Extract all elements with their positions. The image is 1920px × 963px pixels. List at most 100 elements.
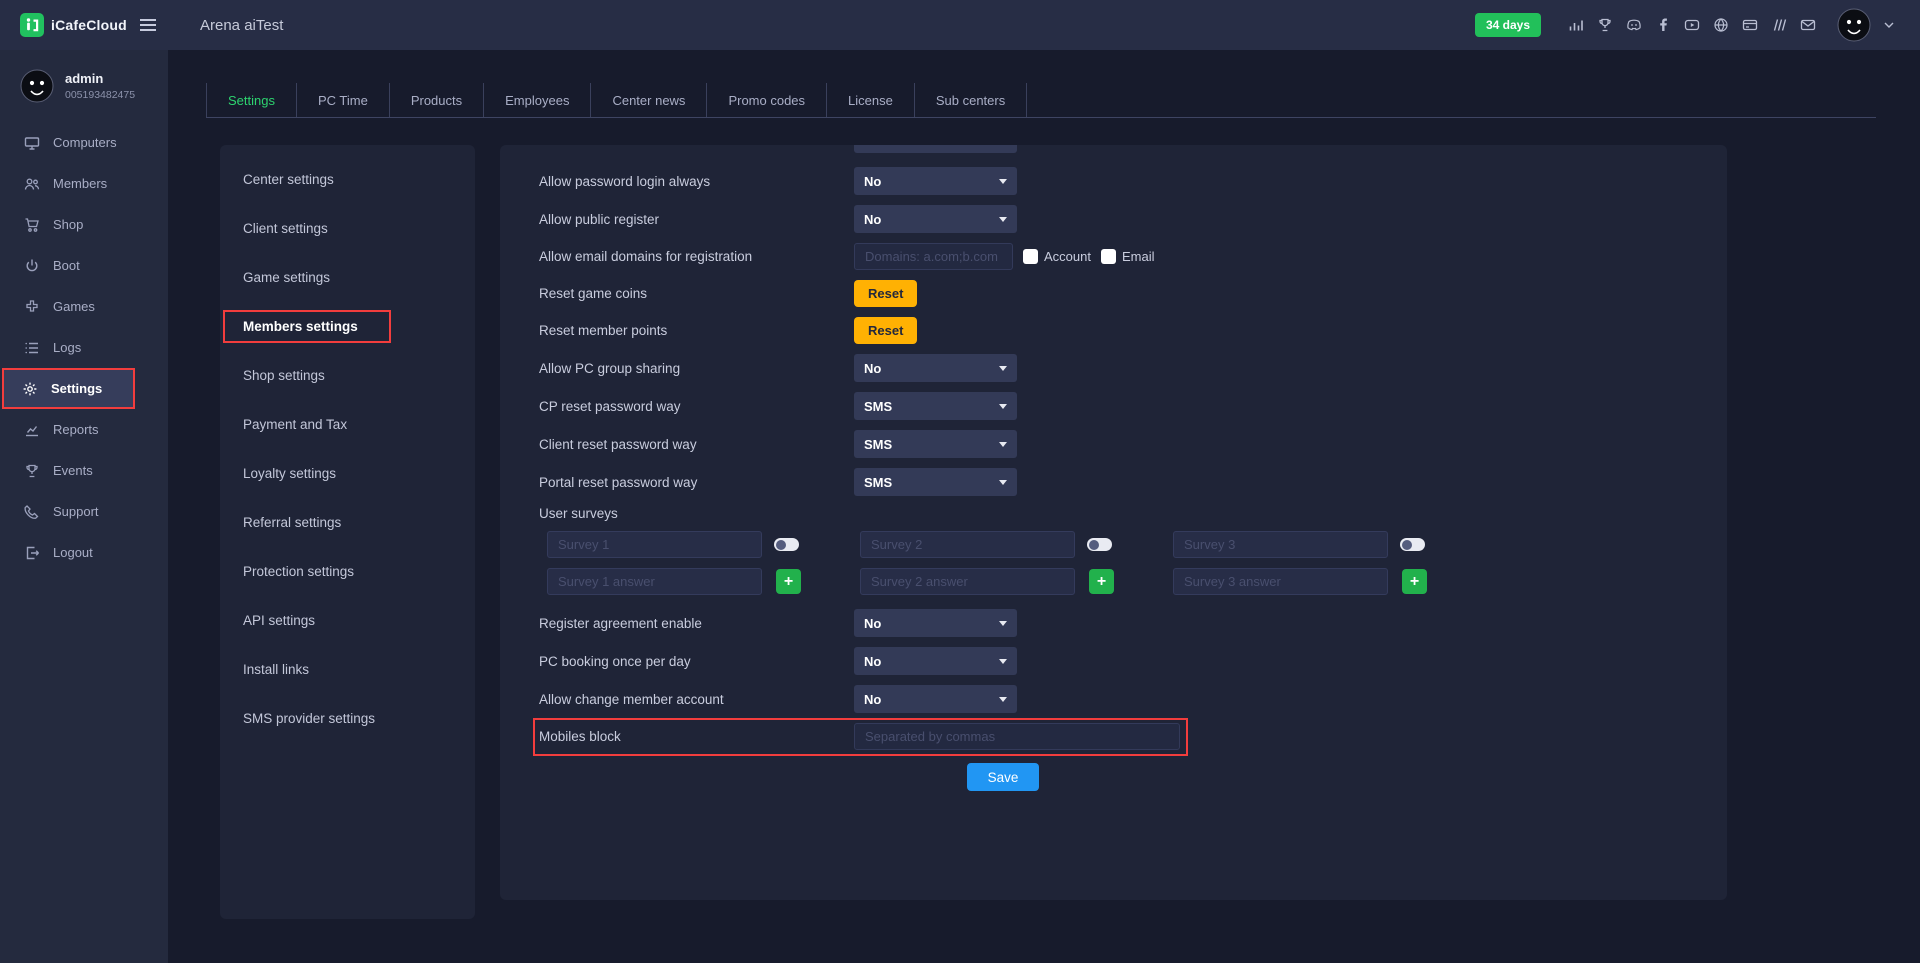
field-label: Mobiles block [539,729,854,744]
survey-1-input[interactable] [547,531,762,558]
tab-promo-codes[interactable]: Promo codes [707,83,827,117]
email-domains-input[interactable] [854,243,1013,270]
tab-products[interactable]: Products [390,83,484,117]
tab-license[interactable]: License [827,83,915,117]
sidebar-item-events[interactable]: Events [0,450,168,491]
sidebar-item-label: Shop [53,217,83,232]
reviews-icon[interactable] [1771,17,1787,33]
reset-game-coins-button[interactable]: Reset [854,280,917,307]
tab-employees[interactable]: Employees [484,83,591,117]
tab-label: PC Time [318,93,368,108]
menu-item-referral-settings[interactable]: Referral settings [220,498,475,547]
discord-icon[interactable] [1626,17,1642,33]
facebook-icon[interactable] [1655,17,1671,33]
topbar-brand-area: iCafeCloud [0,13,168,37]
portal-reset-password-select[interactable]: SMS [854,468,1017,496]
menu-item-center-settings[interactable]: Center settings [220,155,475,204]
menu-item-protection-settings[interactable]: Protection settings [220,547,475,596]
pc-booking-select[interactable]: No [854,647,1017,675]
sidebar-item-settings[interactable]: Settings [4,370,133,407]
password-login-select[interactable]: No [854,167,1017,195]
survey-3-answer-column: + [1173,568,1486,595]
menu-item-label: Game settings [243,270,330,285]
sidebar-item-logs[interactable]: Logs [0,327,168,368]
sidebar-item-computers[interactable]: Computers [0,122,168,163]
survey-1-toggle[interactable] [774,538,799,551]
user-avatar[interactable] [1837,8,1871,42]
menu-item-sms-provider-settings[interactable]: SMS provider settings [220,694,475,743]
globe-icon[interactable] [1713,17,1729,33]
cp-reset-password-select[interactable]: SMS [854,392,1017,420]
survey-1-add-button[interactable]: + [776,569,801,594]
menu-item-game-settings[interactable]: Game settings [220,253,475,302]
sidebar-item-support[interactable]: Support [0,491,168,532]
chevron-down-icon[interactable] [1884,22,1894,28]
register-agreement-select[interactable]: No [854,609,1017,637]
license-days-badge[interactable]: 34 days [1475,13,1541,37]
save-button[interactable]: Save [967,763,1039,791]
menu-toggle-button[interactable] [139,18,157,32]
sidebar-item-label: Logout [53,545,93,560]
sidebar-item-label: Boot [53,258,80,273]
menu-item-label: Payment and Tax [243,417,347,432]
field-label: Allow email domains for registration [539,249,854,264]
survey-3-input[interactable] [1173,531,1388,558]
menu-item-label: Center settings [243,172,334,187]
stats-icon[interactable] [1568,17,1584,33]
survey-1-column [547,531,860,558]
public-register-select[interactable]: No [854,205,1017,233]
menu-item-payment-and-tax[interactable]: Payment and Tax [220,400,475,449]
menu-item-loyalty-settings[interactable]: Loyalty settings [220,449,475,498]
menu-item-members-settings[interactable]: Members settings [220,302,475,351]
menu-item-label: Install links [243,662,309,677]
sidebar-item-games[interactable]: Games [0,286,168,327]
survey-2-answer-input[interactable] [860,568,1075,595]
sidebar-item-logout[interactable]: Logout [0,532,168,573]
sidebar-user-block[interactable]: admin 005193482475 [0,50,168,115]
survey-2-answer-column: + [860,568,1173,595]
client-reset-password-select[interactable]: SMS [854,430,1017,458]
menu-item-client-settings[interactable]: Client settings [220,204,475,253]
menu-item-api-settings[interactable]: API settings [220,596,475,645]
sidebar-item-shop[interactable]: Shop [0,204,168,245]
mobiles-block-input[interactable] [854,723,1180,750]
tab-center-news[interactable]: Center news [591,83,707,117]
pc-group-sharing-select[interactable]: No [854,354,1017,382]
tab-label: Employees [505,93,569,108]
survey-2-add-button[interactable]: + [1089,569,1114,594]
new-member-offer-select[interactable]: 0 coin [854,145,1017,153]
survey-2-toggle[interactable] [1087,538,1112,551]
reset-member-points-button[interactable]: Reset [854,317,917,344]
change-member-account-select[interactable]: No [854,685,1017,713]
form-row-email-domains: Allow email domains for registration Acc… [539,243,1727,270]
menu-item-shop-settings[interactable]: Shop settings [220,351,475,400]
tab-settings[interactable]: Settings [206,83,297,117]
form-row-pc-group-sharing: Allow PC group sharing No [539,354,1727,382]
survey-3-column [1173,531,1486,558]
tab-sub-centers[interactable]: Sub centers [915,83,1027,117]
sidebar-item-reports[interactable]: Reports [0,409,168,450]
menu-item-label: Loyalty settings [243,466,336,481]
email-checkbox[interactable] [1101,249,1116,264]
sidebar-user-avatar [20,69,54,103]
survey-3-toggle[interactable] [1400,538,1425,551]
brand[interactable]: iCafeCloud [20,13,127,37]
survey-1-answer-input[interactable] [547,568,762,595]
survey-3-answer-input[interactable] [1173,568,1388,595]
account-checkbox[interactable] [1023,249,1038,264]
mail-icon[interactable] [1800,17,1816,33]
tab-label: Center news [612,93,685,108]
form-row-cp-reset-password: CP reset password way SMS [539,392,1727,420]
survey-2-input[interactable] [860,531,1075,558]
menu-item-install-links[interactable]: Install links [220,645,475,694]
survey-3-add-button[interactable]: + [1402,569,1427,594]
field-label: Allow password login always [539,174,854,189]
tab-pc-time[interactable]: PC Time [297,83,390,117]
survey-answers-row: + + + [547,568,1727,595]
payment-card-icon[interactable] [1742,17,1758,33]
sidebar-item-boot[interactable]: Boot [0,245,168,286]
youtube-icon[interactable] [1684,17,1700,33]
sidebar-nav: Computers Members Shop Boot Games [0,122,168,573]
trophy-icon[interactable] [1597,17,1613,33]
sidebar-item-members[interactable]: Members [0,163,168,204]
